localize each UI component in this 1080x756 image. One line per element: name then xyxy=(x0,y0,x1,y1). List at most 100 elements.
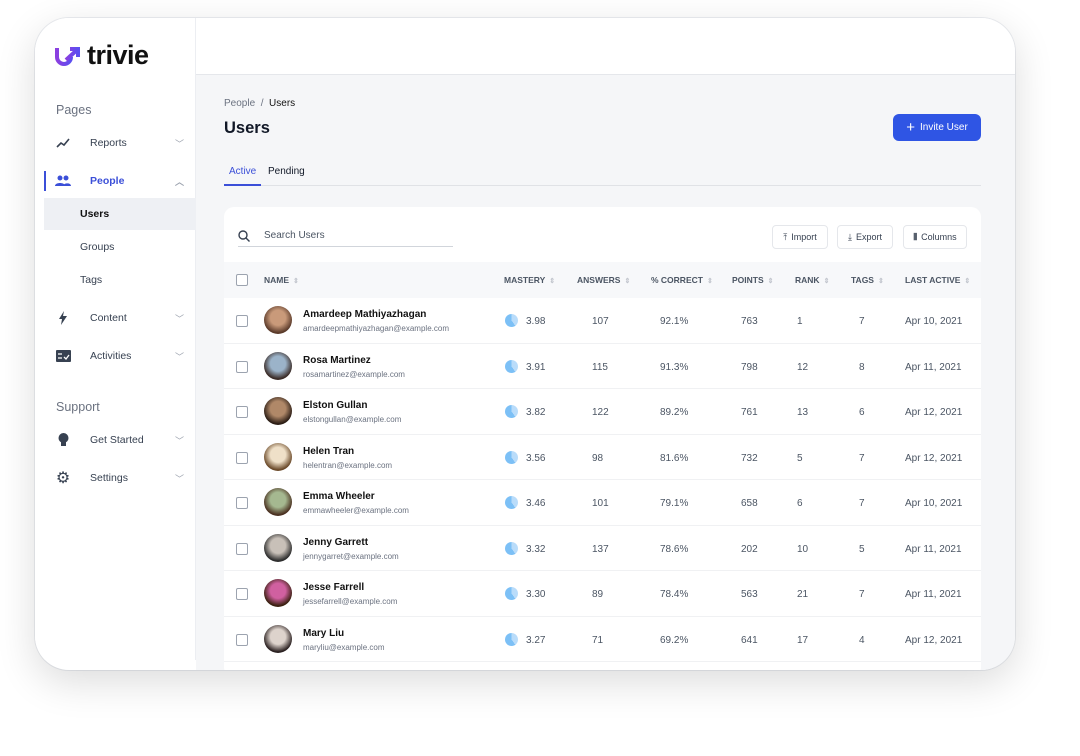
user-name[interactable]: Rosa Martinez xyxy=(303,355,371,366)
tags-value: 6 xyxy=(859,407,865,418)
column-name[interactable]: NAME ⇕ xyxy=(264,275,299,285)
user-name[interactable]: Jenny Garrett xyxy=(303,537,368,548)
invite-user-button[interactable]: + Invite User xyxy=(893,114,981,141)
row-checkbox[interactable] xyxy=(236,315,248,327)
sidebar-item-settings[interactable]: ⚙ Settings ﹀ xyxy=(44,462,196,494)
tags-value: 5 xyxy=(859,543,865,555)
row-checkbox[interactable] xyxy=(236,406,248,418)
export-button[interactable]: ⤓ Export xyxy=(837,225,893,249)
points-value: 763 xyxy=(741,316,758,327)
sidebar-item-reports[interactable]: Reports ﹀ xyxy=(44,127,196,159)
mastery-value: 3.98 xyxy=(526,316,546,327)
section-pages: Pages xyxy=(56,103,92,117)
sidebar-item-people[interactable]: People ︿ xyxy=(44,165,196,197)
avatar xyxy=(264,624,292,653)
table-row[interactable]: Helen Tran helentran@example.com 3.56 98… xyxy=(224,435,981,480)
table-header: NAME ⇕ MASTERY ⇕ ANSWERS ⇕ % CORRECT ⇕ POINT… xyxy=(224,262,981,298)
points-value: 563 xyxy=(741,589,758,600)
column-mastery[interactable]: MASTERY ⇕ xyxy=(504,275,555,285)
answers-value: 101 xyxy=(592,498,609,509)
import-icon: ⤒ xyxy=(783,231,788,242)
sort-icon: ⇕ xyxy=(706,278,713,285)
mastery-pie-icon xyxy=(505,450,518,464)
chevron-down-icon: ﹀ xyxy=(174,473,184,484)
import-button[interactable]: ⤒ Import xyxy=(772,225,828,249)
table-row[interactable]: Elston Gullan elstongullan@example.com 3… xyxy=(224,389,981,435)
user-name[interactable]: Elston Gullan xyxy=(303,400,367,411)
export-icon: ⤓ xyxy=(848,231,852,242)
row-checkbox[interactable] xyxy=(236,360,248,373)
row-checkbox[interactable] xyxy=(236,542,248,555)
column-last-active[interactable]: LAST ACTIVE ⇕ xyxy=(905,275,970,285)
points-value: 641 xyxy=(741,634,758,646)
last-active-value: Apr 11, 2021 xyxy=(905,361,962,373)
user-name[interactable]: Jesse Farrell xyxy=(303,582,364,593)
tab-active[interactable]: Active xyxy=(224,166,262,186)
row-checkbox[interactable] xyxy=(236,497,248,509)
user-email: emmawheeler@example.com xyxy=(303,506,409,515)
tags-value: 8 xyxy=(859,361,865,373)
table-row[interactable]: Emma Wheeler emmawheeler@example.com 3.4… xyxy=(224,480,981,526)
sidebar-subitem-groups[interactable]: Groups xyxy=(44,231,196,263)
user-email: elstongullan@example.com xyxy=(303,415,402,424)
sidebar-subitem-users[interactable]: Users xyxy=(44,198,196,230)
row-checkbox[interactable] xyxy=(236,451,248,464)
mastery-value: 3.46 xyxy=(526,498,546,509)
search-input[interactable]: Search Users xyxy=(238,225,453,247)
row-checkbox[interactable] xyxy=(236,633,248,646)
table-row[interactable]: Rosa Martinez rosamartinez@example.com 3… xyxy=(224,344,981,389)
sidebar-subitem-tags[interactable]: Tags xyxy=(44,264,196,296)
answers-value: 107 xyxy=(592,316,609,327)
breadcrumb-people[interactable]: People xyxy=(224,98,255,109)
columns-icon: ⫴ xyxy=(913,231,918,242)
user-name[interactable]: Mary Liu xyxy=(303,628,344,639)
select-all-checkbox[interactable] xyxy=(236,274,248,286)
sidebar-item-activities[interactable]: Activities ﹀ xyxy=(44,340,196,372)
user-name[interactable]: Helen Tran xyxy=(303,446,354,457)
user-email: helentran@example.com xyxy=(303,460,393,470)
mastery-value: 3.56 xyxy=(526,452,546,464)
correct-value: 89.2% xyxy=(660,407,689,418)
user-name[interactable]: Emma Wheeler xyxy=(303,491,375,502)
column-answers[interactable]: ANSWERS ⇕ xyxy=(577,275,630,285)
avatar xyxy=(264,351,292,380)
answers-value: 122 xyxy=(592,407,609,418)
rank-value: 1 xyxy=(797,316,803,327)
column-rank[interactable]: RANK ⇕ xyxy=(795,275,829,285)
user-email: amardeepmathiyazhagan@example.com xyxy=(303,324,449,333)
last-active-value: Apr 11, 2021 xyxy=(905,543,962,555)
sidebar-item-get-started[interactable]: Get Started ﹀ xyxy=(44,424,196,456)
tab-pending[interactable]: Pending xyxy=(268,166,305,185)
correct-value: 78.6% xyxy=(660,543,689,555)
points-value: 761 xyxy=(741,407,758,418)
table-row[interactable]: Jesse Farrell jessefarrell@example.com 3… xyxy=(224,571,981,617)
table-row[interactable]: Jenny Garrett jennygarret@example.com 3.… xyxy=(224,526,981,571)
rank-value: 5 xyxy=(797,452,803,464)
mastery-pie-icon xyxy=(505,359,518,373)
answers-value: 71 xyxy=(592,634,604,646)
row-checkbox[interactable] xyxy=(236,588,248,600)
chevron-up-icon: ︿ xyxy=(174,176,184,187)
mastery-pie-icon xyxy=(505,587,518,600)
user-email: rosamartinez@example.com xyxy=(303,369,405,379)
chevron-down-icon: ﹀ xyxy=(174,351,184,362)
sort-icon: ⇕ xyxy=(293,278,299,285)
table-row[interactable]: Amardeep Mathiyazhagan amardeepmathiyazh… xyxy=(224,298,981,344)
columns-button[interactable]: ⫴ Columns xyxy=(903,225,967,249)
sidebar-item-content[interactable]: Content ﹀ xyxy=(44,302,196,334)
correct-value: 91.3% xyxy=(660,361,689,373)
column-tags[interactable]: TAGS ⇕ xyxy=(851,275,884,285)
user-name[interactable]: Amardeep Mathiyazhagan xyxy=(303,309,426,320)
column-points[interactable]: POINTS ⇕ xyxy=(732,275,774,285)
answers-value: 137 xyxy=(592,543,609,555)
correct-value: 81.6% xyxy=(660,452,689,464)
user-email: jessefarrell@example.com xyxy=(303,597,398,606)
last-active-value: Apr 10, 2021 xyxy=(905,498,963,509)
table-row[interactable]: Mary Liu maryliu@example.com 3.27 71 69.… xyxy=(224,617,981,662)
answers-value: 89 xyxy=(592,589,604,600)
activities-icon xyxy=(55,348,71,364)
mastery-value: 3.91 xyxy=(526,361,546,373)
column-correct[interactable]: % CORRECT ⇕ xyxy=(651,275,713,285)
mastery-value: 3.30 xyxy=(526,589,546,600)
main-content: People / Users Users + Invite User Active… xyxy=(196,18,1015,670)
